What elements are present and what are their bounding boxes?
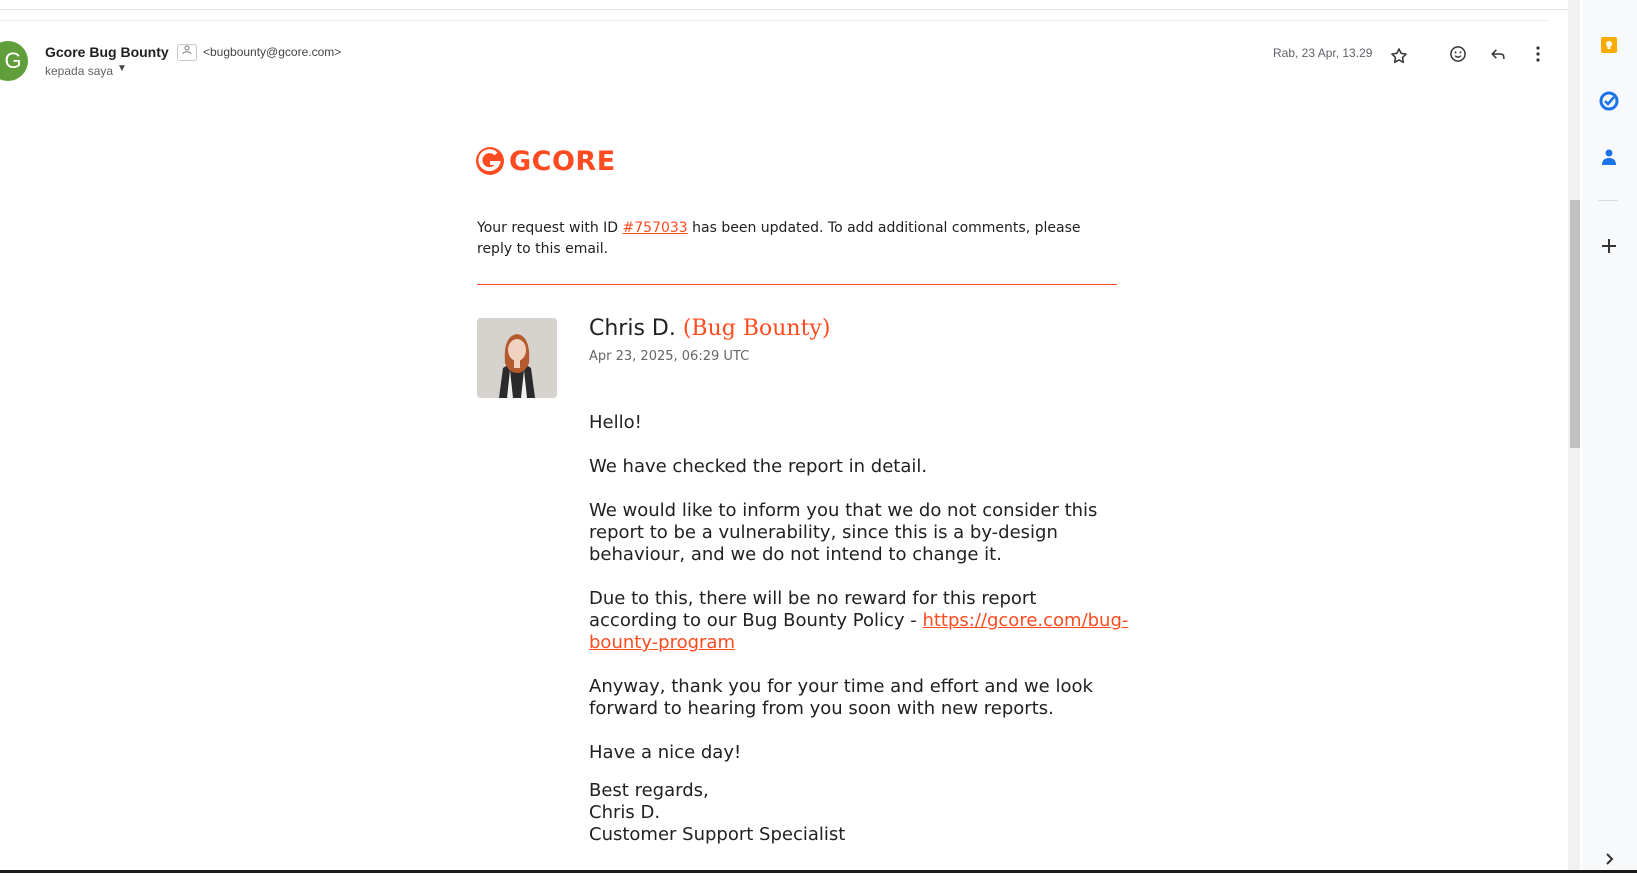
gmail-message-view: G Gcore Bug Bounty <bugbounty@gcore.com>… [0,0,1637,890]
paragraph-thanks: Anyway, thank you for your time and effo… [589,676,1093,719]
signature-line-2: Chris D. [589,802,661,823]
agent-name: Chris D. (Bug Bounty) [589,316,831,341]
header-divider [0,20,1550,21]
contacts-icon[interactable] [1594,142,1624,172]
gcore-logo-text: GCORE [509,145,616,177]
keep-icon[interactable] [1594,30,1624,60]
scrollbar-thumb[interactable] [1570,200,1580,448]
message-body: Hello! We have checked the report in det… [589,412,1129,846]
sender-name[interactable]: Gcore Bug Bounty [45,44,169,60]
agent-role: (Bug Bounty) [682,316,831,341]
gcore-logo-icon [476,147,504,175]
message-date: Rab, 23 Apr, 13.29 [1273,46,1373,60]
paragraph-greeting: Hello! [589,412,642,433]
top-divider [0,9,1568,10]
more-vert-icon[interactable] [1522,38,1554,70]
intro-text: Your request with ID #757033 has been up… [477,220,1081,257]
orange-divider [477,284,1117,285]
signature: Best regards, Chris D. Customer Support … [589,780,1129,846]
paragraph-no-reward: Due to this, there will be no reward for… [589,588,1129,653]
sender-email: <bugbounty@gcore.com> [203,45,342,59]
paragraph-nice-day: Have a nice day! [589,742,742,763]
reply-icon[interactable] [1482,38,1514,70]
gcore-logo: GCORE [475,145,616,177]
signature-line-3: Customer Support Specialist [589,824,846,845]
recipient-label[interactable]: kepada saya [45,64,113,78]
agent-photo [477,318,557,398]
agent-timestamp: Apr 23, 2025, 06:29 UTC [589,349,750,364]
side-panel [1582,0,1637,870]
bottom-bar [0,870,1637,890]
side-panel-divider [1598,200,1618,201]
paragraph-not-vulnerability: We would like to inform you that we do n… [589,500,1098,565]
chevron-down-icon[interactable]: ▼ [117,63,127,74]
sender-avatar[interactable]: G [0,41,28,81]
star-icon[interactable] [1383,40,1415,72]
person-icon [177,44,197,61]
signature-line-1: Best regards, [589,780,709,801]
emoji-icon[interactable] [1442,38,1474,70]
tasks-icon[interactable] [1594,86,1624,116]
add-icon[interactable] [1594,231,1624,261]
request-id-link[interactable]: #757033 [623,220,688,236]
paragraph-checked: We have checked the report in detail. [589,456,928,477]
